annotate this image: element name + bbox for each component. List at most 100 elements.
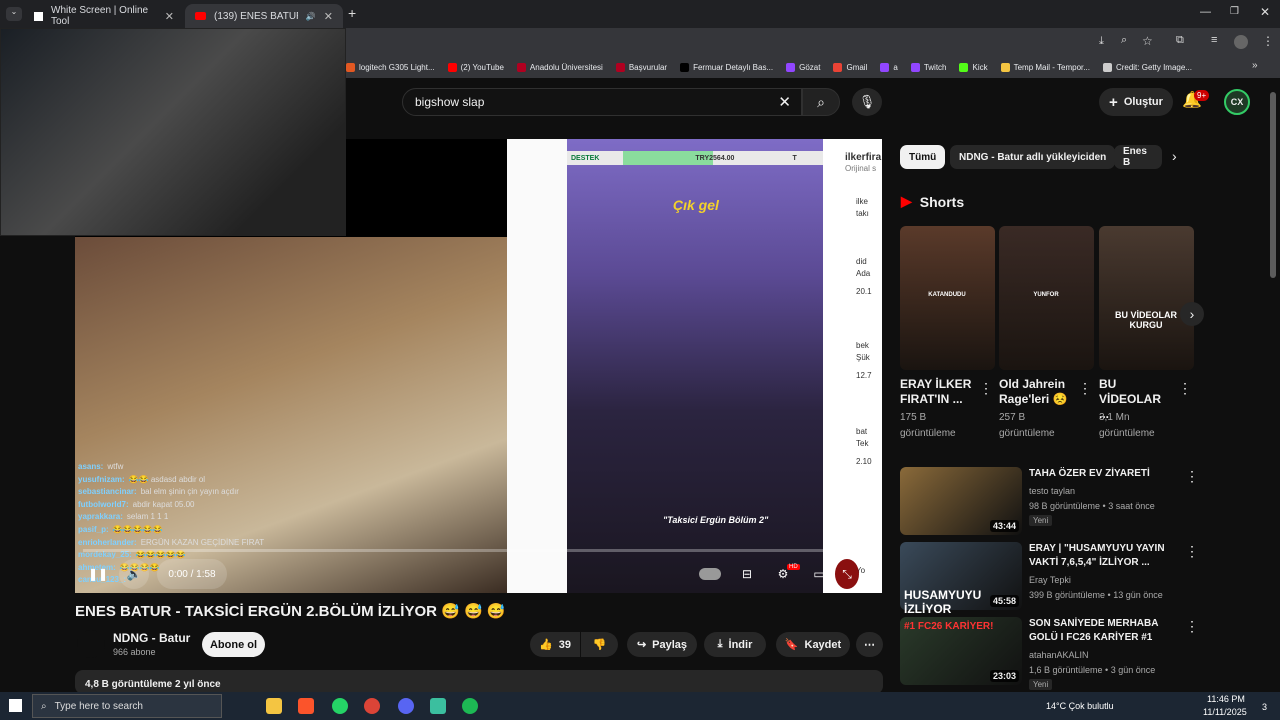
more-options-icon[interactable]: ⋮ <box>979 380 993 397</box>
tab-title: (139) ENES BATUR - TAKSİC <box>214 10 298 22</box>
subtitles-icon[interactable]: ⊟ <box>735 559 759 589</box>
bookmark-favicon-icon <box>1000 62 1010 72</box>
like-button[interactable]: 👍 39 <box>530 632 580 657</box>
recommended-video[interactable]: HUSAMYUYU İZLİYOR 45:58 ERAY | "HUSAMYUYU … <box>900 542 1200 616</box>
chrome-icon[interactable] <box>364 698 380 714</box>
short-title[interactable]: ERAY İLKER FIRAT'IN ... <box>900 377 972 407</box>
video-thumbnail[interactable]: HUSAMYUYU İZLİYOR 45:58 <box>900 542 1022 616</box>
bookmark-item[interactable]: Credit: Getty Image... <box>1102 62 1192 72</box>
video-title[interactable]: SON SANİYEDE MERHABA GOLÜ I FC26 KARİYER… <box>1029 617 1179 645</box>
volume-button[interactable]: 🔈 <box>119 559 149 589</box>
bookmark-item[interactable]: Gmail <box>833 62 867 72</box>
short-thumbnail[interactable]: BU VİDEOLAR KURGU <box>1099 226 1194 370</box>
spotify-icon[interactable] <box>462 698 478 714</box>
bookmark-item[interactable]: Kick <box>959 62 988 72</box>
discord-icon[interactable] <box>398 698 414 714</box>
bookmark-item[interactable]: Temp Mail - Tempor... <box>1000 62 1090 72</box>
pause-button[interactable]: ❚❚ <box>83 559 113 589</box>
bookmark-item[interactable]: Başvurular <box>615 62 667 72</box>
app-icon[interactable] <box>430 698 446 714</box>
shorts-next-button[interactable]: › <box>1180 302 1204 326</box>
video-title[interactable]: TAHA ÖZER EV ZİYARETİ <box>1029 467 1179 481</box>
notification-count[interactable]: 3 <box>1262 702 1267 712</box>
short-thumbnail[interactable]: YUNFOR <box>999 226 1094 370</box>
more-options-icon[interactable]: ⋮ <box>1185 543 1199 560</box>
channel-name[interactable]: NDNG - Batur <box>113 631 190 645</box>
tab-youtube[interactable]: (139) ENES BATUR - TAKSİC 🔊 ✕ <box>185 4 343 28</box>
windows-start-icon[interactable] <box>9 699 22 712</box>
tab-white-screen[interactable]: White Screen | Online Tool ✕ <box>24 4 184 28</box>
weather-widget[interactable]: 14°C Çok bulutlu <box>1046 701 1114 711</box>
avatar[interactable]: CX <box>1224 89 1250 115</box>
minimize-icon[interactable]: — <box>1200 6 1211 18</box>
chip-enes[interactable]: Enes B <box>1114 145 1162 169</box>
save-button[interactable]: 🔖 Kaydet <box>776 632 850 657</box>
bookmark-item[interactable]: Twitch <box>910 62 946 72</box>
more-options-icon[interactable]: ⋮ <box>1185 468 1199 485</box>
search-input[interactable]: bigshow slap ✕ <box>402 88 802 116</box>
profile-icon[interactable] <box>1234 35 1248 49</box>
chevron-right-icon[interactable]: › <box>1172 148 1177 164</box>
bookmark-item[interactable]: (2) YouTube <box>447 62 504 72</box>
chip-uploader[interactable]: NDNG - Batur adlı yükleyiciden <box>950 145 1116 169</box>
brave-icon[interactable] <box>298 698 314 714</box>
autoplay-toggle[interactable] <box>699 568 721 580</box>
search-button[interactable]: ⌕ <box>802 88 840 116</box>
browser-menu-icon[interactable]: ⋮ <box>1262 34 1274 48</box>
install-icon[interactable]: ⤓ <box>1099 35 1104 48</box>
theater-mode-icon[interactable]: ▭ <box>807 559 831 589</box>
description-box[interactable]: 4,8 B görüntüleme 2 yıl önce <box>75 670 883 694</box>
short-views: 175 B görüntüleme <box>900 412 956 439</box>
subscribe-button[interactable]: Abone ol <box>202 632 265 657</box>
taskbar-search-input[interactable]: ⌕ Type here to search <box>32 694 222 718</box>
tab-list-chevron-icon[interactable]: ⌄ <box>6 7 22 21</box>
video-thumbnail[interactable]: #1 FC26 KARİYER! 23:03 <box>900 617 1022 685</box>
bookmark-item[interactable]: Fermuar Detaylı Bas... <box>680 62 773 72</box>
bookmark-item[interactable]: Gözat <box>786 62 820 72</box>
donation-label: DESTEK <box>571 154 600 162</box>
new-tab-button[interactable]: + <box>348 5 356 21</box>
media-control-icon[interactable]: ≡ <box>1211 34 1217 46</box>
share-button[interactable]: ↪ Paylaş <box>627 632 697 657</box>
more-actions-button[interactable]: ⋯ <box>856 632 883 657</box>
create-button[interactable]: + Oluştur <box>1099 88 1173 116</box>
video-channel[interactable]: testo taylan <box>1029 484 1075 498</box>
bookmarks-overflow-icon[interactable]: » <box>1252 60 1258 71</box>
video-title[interactable]: ERAY | "HUSAMYUYU YAYIN VAKTİ 7,6,5,4" İ… <box>1029 542 1179 570</box>
voice-search-button[interactable]: 🎙 <box>852 88 882 116</box>
video-channel[interactable]: atahanAKALIN <box>1029 648 1089 662</box>
bookmark-star-icon[interactable]: ☆ <box>1142 34 1153 48</box>
video-channel[interactable]: Eray Tepki <box>1029 573 1071 587</box>
chip-all[interactable]: Tümü <box>900 145 946 169</box>
more-options-icon[interactable]: ⋮ <box>1178 380 1192 397</box>
chat-text: 😂😂 asdasd abdir ol <box>128 474 206 484</box>
recommended-video[interactable]: #1 FC26 KARİYER! 23:03 SON SANİYEDE MERHAB… <box>900 617 1200 690</box>
short-thumbnail[interactable]: KATANDUDU <box>900 226 995 370</box>
more-options-icon[interactable]: ⋮ <box>1185 618 1199 635</box>
page-scrollbar[interactable] <box>1270 92 1276 278</box>
close-tab-icon[interactable]: ✕ <box>165 10 174 23</box>
bookmark-item[interactable]: a <box>880 62 898 72</box>
miniplayer-icon[interactable]: ⤡ <box>835 559 859 589</box>
whatsapp-icon[interactable] <box>332 698 348 714</box>
video-thumbnail[interactable]: 43:44 <box>900 467 1022 535</box>
progress-bar[interactable] <box>83 549 873 552</box>
file-explorer-icon[interactable] <box>266 698 282 714</box>
close-tab-icon[interactable]: ✕ <box>324 10 333 23</box>
zoom-icon[interactable]: ⌕ <box>1121 34 1127 47</box>
restore-icon[interactable]: ❐ <box>1230 6 1239 17</box>
close-window-icon[interactable]: ✕ <box>1260 5 1270 19</box>
bookmark-item[interactable]: logitech G305 Light... <box>346 62 435 72</box>
taskbar-search-placeholder: Type here to search <box>54 700 143 712</box>
speaker-icon[interactable]: 🔊 <box>306 12 316 21</box>
dislike-button[interactable]: 👎 <box>581 632 618 657</box>
recommended-video[interactable]: 43:44 TAHA ÖZER EV ZİYARETİ testo taylan 98… <box>900 467 1200 537</box>
reel-comments-panel: ilkerfira Orijinal s ilke takı did Ada 20.1 b… <box>823 139 882 593</box>
extensions-icon[interactable]: ⧉ <box>1176 34 1184 47</box>
more-options-icon[interactable]: ⋮ <box>1078 380 1092 397</box>
clear-search-icon[interactable]: ✕ <box>778 93 791 111</box>
channel-avatar[interactable] <box>77 630 105 658</box>
short-title[interactable]: Old Jahrein Rage'leri 😣 <box>999 377 1071 407</box>
download-button[interactable]: ⤓ İndir <box>704 632 766 657</box>
bookmark-item[interactable]: Anadolu Üniversitesi <box>516 62 603 72</box>
